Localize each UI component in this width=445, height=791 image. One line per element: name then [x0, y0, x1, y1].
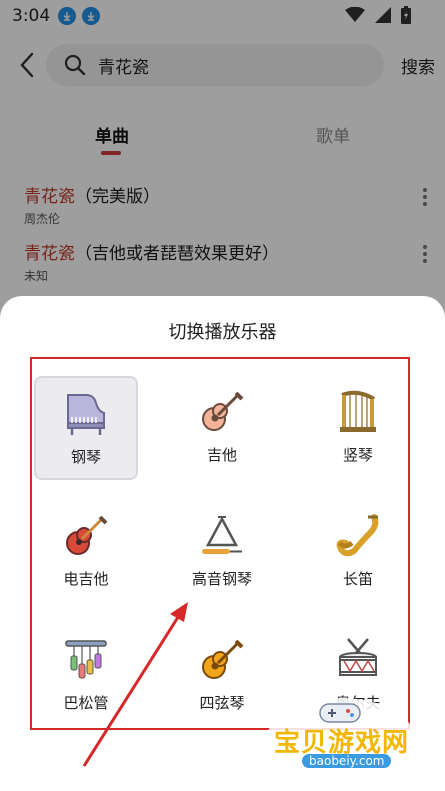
ukulele-icon [196, 636, 248, 684]
instrument-label: 钢琴 [70, 448, 101, 466]
piano-icon [60, 390, 112, 438]
sheet-title: 切换播放乐器 [168, 322, 277, 343]
instrument-label: 电吉他 [63, 570, 109, 588]
instrument-electric-guitar[interactable]: 电吉他 [34, 500, 138, 604]
electric-guitar-icon [60, 512, 112, 560]
instrument-label: 竖琴 [342, 446, 373, 464]
drum-icon [332, 636, 384, 684]
instrument-harp[interactable]: 竖琴 [306, 376, 410, 480]
instrument-label: 吉他 [206, 446, 237, 464]
instrument-ukulele[interactable]: 四弦琴 [170, 624, 274, 728]
guitar-icon [196, 388, 248, 436]
instrument-label: 长笛 [342, 570, 373, 588]
harp-icon [332, 388, 384, 436]
instrument-label: 高音钢琴 [191, 570, 252, 588]
wind-chimes-icon [60, 636, 112, 684]
saxophone-icon [332, 512, 384, 560]
watermark-url: baobeiy.com [302, 754, 392, 768]
instrument-label: 四弦琴 [199, 694, 245, 712]
triangle-icon [196, 512, 248, 560]
instrument-high-piano[interactable]: 高音钢琴 [170, 500, 274, 604]
instrument-flute[interactable]: 长笛 [306, 500, 410, 604]
instrument-label: 巴松管 [63, 694, 109, 712]
instrument-bassoon[interactable]: 巴松管 [34, 624, 138, 728]
instrument-piano[interactable]: 钢琴 [34, 376, 138, 480]
watermark: 宝贝游戏网 baobeiy.com [266, 698, 416, 784]
gamepad-icon [319, 703, 361, 723]
instrument-guitar[interactable]: 吉他 [170, 376, 274, 480]
